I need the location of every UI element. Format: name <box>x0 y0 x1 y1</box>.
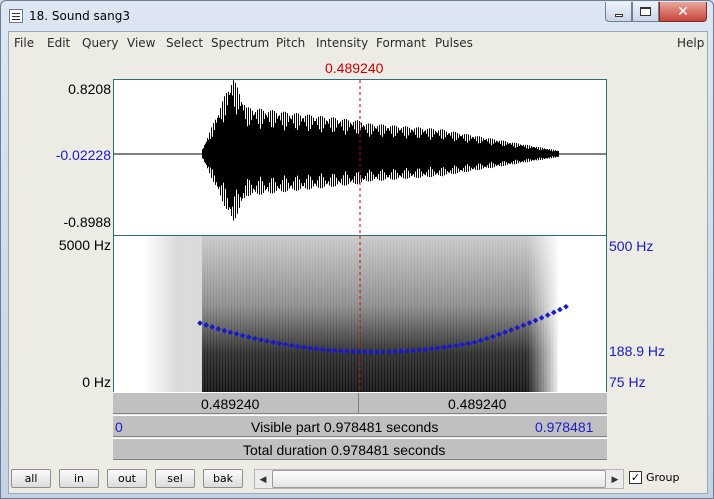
group-label: Group <box>646 471 680 484</box>
pitch-min-label: 75 Hz <box>609 374 646 390</box>
bottom-toolbar: all in out sel bak ◀ ▶ ✓ Group <box>9 466 707 493</box>
waveform-max-label: 0.8208 <box>68 81 111 97</box>
maximize-icon <box>640 7 651 16</box>
scroll-left-arrow-icon[interactable]: ◀ <box>255 470 271 488</box>
spectrogram-plot <box>144 236 569 392</box>
total-duration-label: Total duration 0.978481 seconds <box>243 442 446 458</box>
editor-client-area: File Edit Query View Select Spectrum Pit… <box>8 31 708 494</box>
close-icon: ✕ <box>677 3 689 20</box>
spectrogram-min-freq-label: 0 Hz <box>82 374 111 390</box>
menu-intensity[interactable]: Intensity <box>316 36 368 50</box>
total-duration-bar[interactable]: Total duration 0.978481 seconds <box>113 438 607 460</box>
menu-spectrum[interactable]: Spectrum <box>211 36 269 50</box>
minimize-icon <box>614 13 623 17</box>
maximize-button[interactable] <box>632 2 659 22</box>
menu-file[interactable]: File <box>14 36 34 50</box>
zoom-out-button[interactable]: out <box>107 469 147 488</box>
zoom-all-button[interactable]: all <box>11 469 51 488</box>
waveform-min-label: -0.8988 <box>63 214 111 230</box>
menu-pulses[interactable]: Pulses <box>435 36 473 50</box>
pitch-point <box>563 303 569 310</box>
pitch-max-label: 500 Hz <box>609 238 654 254</box>
spectrogram-panel[interactable] <box>113 236 607 392</box>
menu-query[interactable]: Query <box>82 36 118 50</box>
menu-select[interactable]: Select <box>166 36 203 50</box>
zoom-in-button[interactable]: in <box>59 469 99 488</box>
visible-part-bar[interactable]: 0 Visible part 0.978481 seconds 0.978481 <box>113 415 607 437</box>
time-bar-divider <box>358 393 359 414</box>
pitch-current-label: 188.9 Hz <box>609 343 666 359</box>
menu-bar: File Edit Query View Select Spectrum Pit… <box>9 32 707 53</box>
spectrogram-max-freq-label: 5000 Hz <box>58 237 111 253</box>
menu-view[interactable]: View <box>127 36 155 50</box>
cursor-time-bar[interactable]: 0.489240 0.489240 <box>113 392 607 414</box>
praat-window-icon <box>9 9 23 23</box>
visible-end-label: 0.978481 <box>535 419 594 435</box>
waveform-signal <box>114 80 606 221</box>
cursor-time-label: 0.489240 <box>325 60 384 76</box>
menu-pitch[interactable]: Pitch <box>276 36 305 50</box>
time-bar-right-label: 0.489240 <box>448 396 507 412</box>
visible-part-label: Visible part 0.978481 seconds <box>251 419 439 435</box>
group-checkbox-container[interactable]: ✓ Group <box>629 471 680 484</box>
menu-edit[interactable]: Edit <box>47 36 70 50</box>
menu-help[interactable]: Help <box>677 36 704 50</box>
time-bar-left-label: 0.489240 <box>201 396 260 412</box>
waveform-zero-label: -0.02228 <box>55 147 111 163</box>
zoom-sel-button[interactable]: sel <box>155 469 195 488</box>
scrollbar-thumb[interactable] <box>272 470 606 488</box>
waveform-panel[interactable] <box>113 79 607 236</box>
group-checkbox[interactable]: ✓ <box>629 471 642 484</box>
close-button[interactable]: ✕ <box>659 2 707 22</box>
waveform-plot <box>114 80 606 235</box>
window-title: 18. Sound sang3 <box>29 9 130 23</box>
menu-formant[interactable]: Formant <box>376 36 426 50</box>
title-bar[interactable]: 18. Sound sang3 ✕ <box>1 1 713 31</box>
zoom-back-button[interactable]: bak <box>203 469 243 488</box>
scroll-right-arrow-icon[interactable]: ▶ <box>607 470 623 488</box>
horizontal-scrollbar[interactable]: ◀ ▶ <box>254 469 624 489</box>
spectrogram-fade <box>144 236 560 392</box>
visible-start-label: 0 <box>115 419 123 435</box>
praat-sound-window: 18. Sound sang3 ✕ File Edit Query View S… <box>0 0 714 499</box>
minimize-button[interactable] <box>605 2 632 22</box>
